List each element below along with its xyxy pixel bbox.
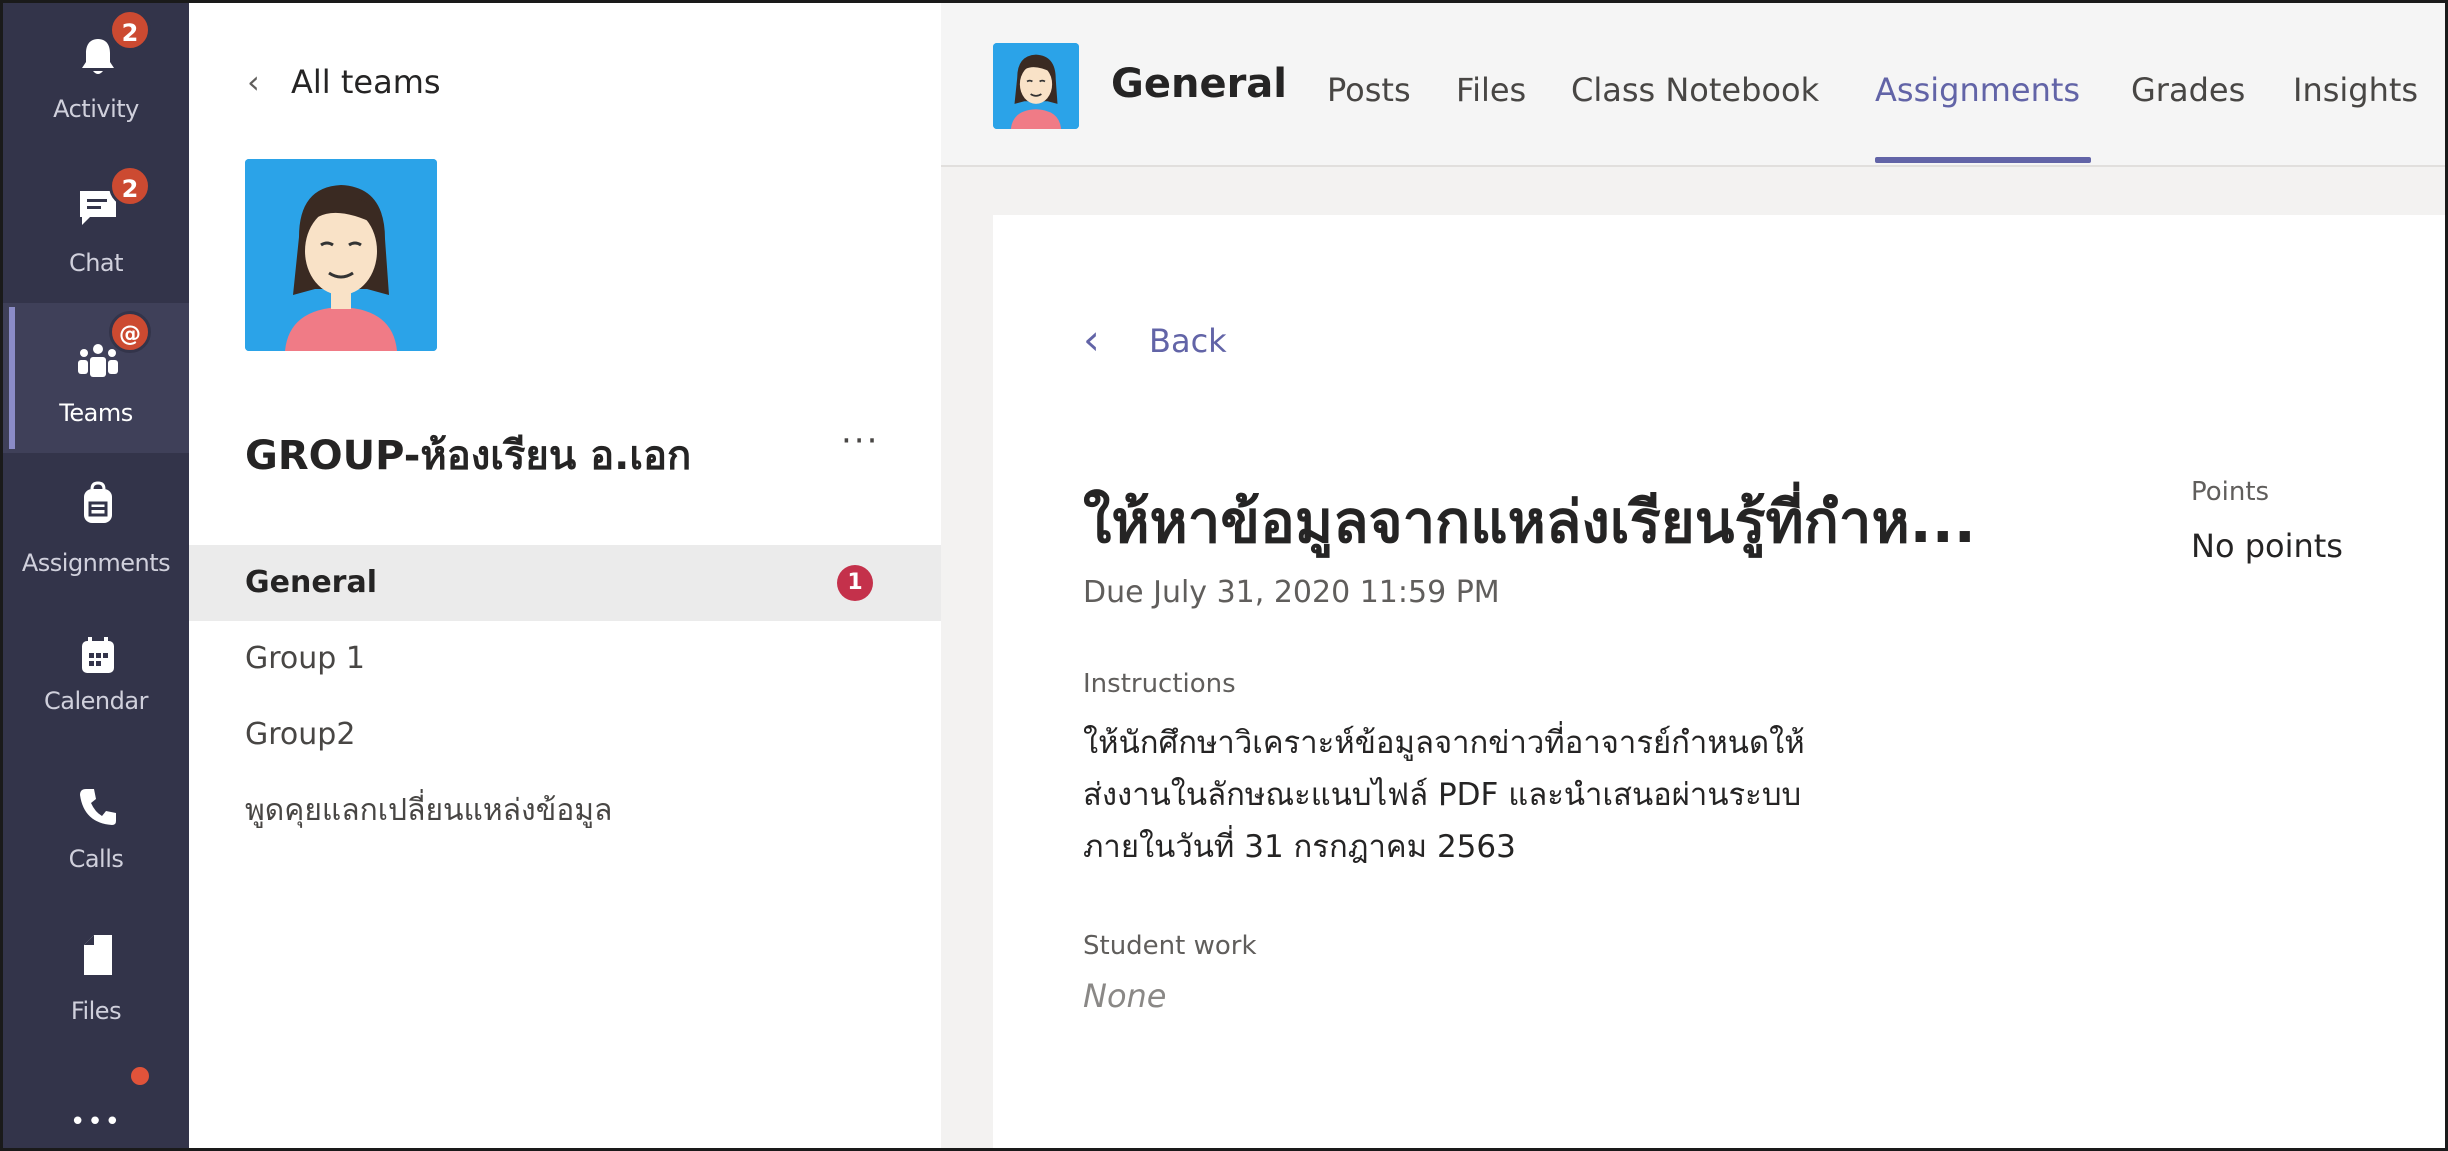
main-area: General Posts Files Class Notebook Assig…: [941, 3, 2445, 1148]
notification-dot: [131, 1067, 149, 1085]
all-teams-label: All teams: [291, 63, 441, 101]
rail-item-calls[interactable]: Calls: [3, 753, 189, 903]
instructions-text: ให้นักศึกษาวิเคราะห์ข้อมูลจากข่าวที่อาจา…: [1083, 725, 1805, 865]
file-icon: [84, 935, 112, 975]
channel-item-group2[interactable]: Group2: [189, 697, 941, 773]
rail-item-files[interactable]: Files: [3, 903, 189, 1053]
student-work-label: Student work: [1083, 931, 1257, 961]
tab-files[interactable]: Files: [1456, 71, 1526, 109]
tab-assignments[interactable]: Assignments: [1875, 71, 2080, 109]
phone-icon: [80, 789, 116, 825]
unread-badge: 1: [837, 565, 873, 601]
calendar-icon: [82, 637, 114, 673]
rail-item-chat[interactable]: 2 Chat: [3, 153, 189, 303]
team-more-options-button[interactable]: ···: [841, 421, 879, 461]
tab-posts[interactable]: Posts: [1327, 71, 1411, 109]
instructions-label: Instructions: [1083, 669, 1236, 699]
student-work-value: None: [1083, 977, 1167, 1015]
chevron-left-icon: ‹: [1083, 315, 1100, 364]
due-date: Due July 31, 2020 11:59 PM: [1083, 575, 1500, 610]
points-value: No points: [2191, 527, 2343, 565]
channel-label: Group2: [245, 717, 356, 752]
rail-label: Chat: [68, 249, 124, 277]
rail-label: Files: [70, 997, 122, 1025]
mention-badge: @: [109, 311, 151, 353]
activity-badge: 2: [109, 9, 151, 51]
rail-label: Teams: [59, 399, 133, 427]
back-button[interactable]: ‹ Back: [1083, 313, 1227, 364]
points-label: Points: [2191, 477, 2270, 507]
rail-label: Assignments: [21, 549, 171, 577]
channel-item-discussion[interactable]: พูดคุยแลกเปลี่ยนแหล่งข้อมูล: [189, 773, 941, 849]
active-indicator: [9, 307, 15, 449]
channel-label: Group 1: [245, 641, 365, 676]
rail-item-teams[interactable]: @ Teams: [3, 303, 189, 453]
channel-label: General: [245, 565, 377, 600]
rail-item-assignments[interactable]: Assignments: [3, 453, 189, 603]
more-icon: •••: [69, 1107, 122, 1137]
channel-title: General: [1111, 61, 1287, 107]
channel-avatar: [993, 43, 1079, 129]
rail-label: Calls: [68, 845, 124, 873]
rail-label: Calendar: [44, 687, 148, 715]
chevron-left-icon: ‹: [247, 63, 260, 101]
team-name: GROUP-ห้องเรียน อ.เอก: [245, 433, 692, 479]
rail-item-activity[interactable]: 2 Activity: [3, 3, 189, 153]
assignment-title: ให้หาข้อมูลจากแหล่งเรียนรู้ที่กำห...: [1083, 488, 1976, 556]
tab-grades[interactable]: Grades: [2131, 71, 2245, 109]
chat-badge: 2: [109, 165, 151, 207]
assignment-details-card: ‹ Back ให้หาข้อมูลจากแหล่งเรียนรู้ที่กำห.…: [993, 215, 2445, 1148]
teams-icon: [78, 344, 118, 377]
all-teams-link[interactable]: ‹ All teams: [247, 63, 441, 101]
back-label: Back: [1149, 322, 1227, 360]
rail-label: Activity: [53, 95, 139, 123]
channel-item-group-1[interactable]: Group 1: [189, 621, 941, 697]
tab-class-notebook[interactable]: Class Notebook: [1571, 71, 1819, 109]
channel-item-general[interactable]: General 1: [189, 545, 941, 621]
channel-header: General Posts Files Class Notebook Assig…: [941, 3, 2445, 167]
ellipsis-icon: ···: [841, 421, 880, 461]
active-tab-indicator: [1875, 157, 2091, 163]
more-apps-button[interactable]: •••: [3, 1107, 189, 1137]
app-rail: 2 Activity 2 Chat @ Teams Assignments Ca…: [3, 3, 189, 1148]
team-panel: ‹ All teams GROUP-ห้องเรียน อ.เอก ··· Gen…: [189, 3, 941, 1148]
avatar-illustration: [993, 43, 1079, 129]
backpack-icon: [84, 481, 112, 523]
rail-item-calendar[interactable]: Calendar: [3, 603, 189, 753]
avatar-illustration: [245, 159, 437, 351]
app-window: 2 Activity 2 Chat @ Teams Assignments Ca…: [0, 0, 2448, 1151]
channel-label: พูดคุยแลกเปลี่ยนแหล่งข้อมูล: [245, 793, 613, 828]
tab-insights[interactable]: Insights: [2293, 71, 2418, 109]
team-avatar: [245, 159, 437, 351]
